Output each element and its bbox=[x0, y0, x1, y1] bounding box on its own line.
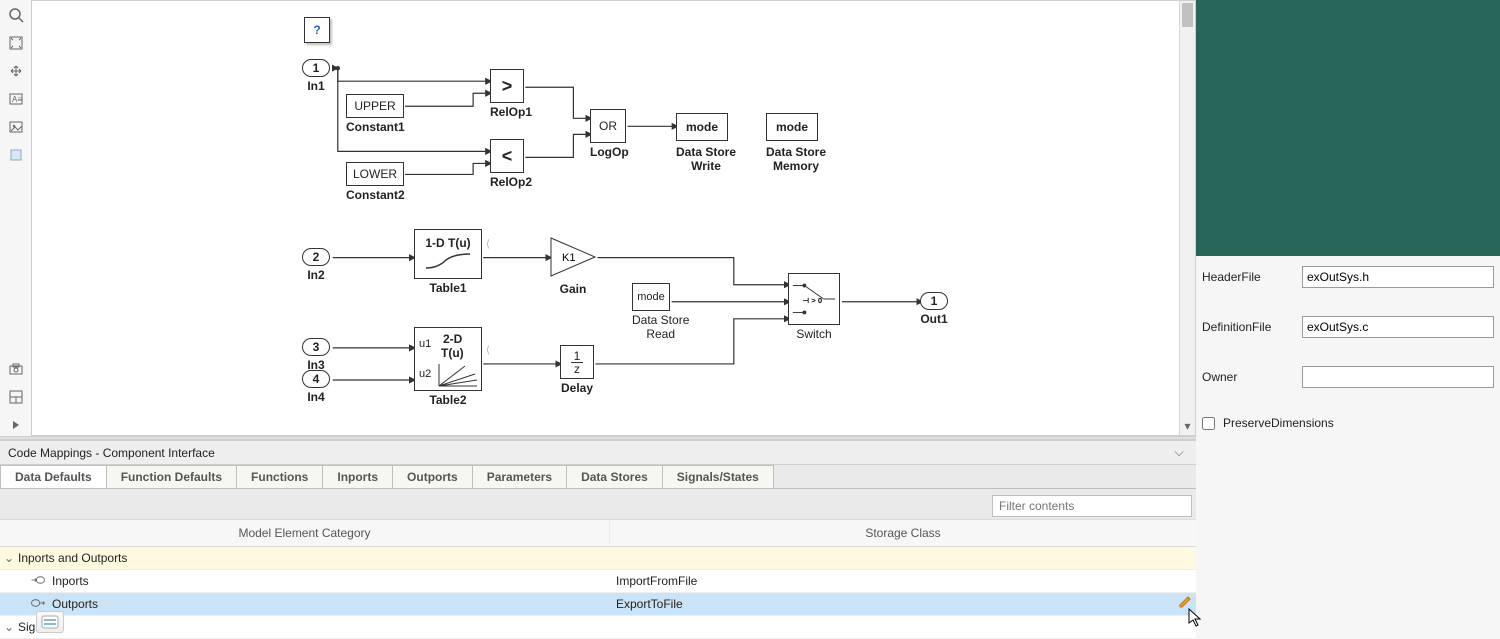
panel-layout-icon[interactable] bbox=[5, 386, 27, 408]
inport-in4[interactable]: 4 In4 bbox=[302, 370, 330, 404]
data-store-write-block[interactable]: mode Data StoreWrite bbox=[676, 113, 736, 173]
about-this-example-block[interactable]: ? bbox=[304, 17, 330, 43]
model-canvas[interactable]: ? 1 In1 2 In2 3 In3 bbox=[32, 0, 1196, 436]
expand-panel-icon[interactable] bbox=[5, 414, 27, 436]
header-file-input[interactable] bbox=[1302, 266, 1494, 288]
inport-in2[interactable]: 2 In2 bbox=[302, 248, 330, 282]
model-canvas-area: A≡ bbox=[0, 0, 1196, 436]
inport-in4-label: In4 bbox=[302, 390, 330, 404]
constant-lower[interactable]: LOWER Constant2 bbox=[346, 162, 405, 202]
camera-icon[interactable] bbox=[5, 358, 27, 380]
gain-block[interactable]: K1 K1 Gain bbox=[550, 237, 596, 296]
filter-contents-input[interactable] bbox=[992, 495, 1192, 517]
edit-pencil-icon[interactable] bbox=[1178, 595, 1192, 609]
inport-icon bbox=[30, 574, 46, 588]
row-storage-class[interactable]: ImportFromFile bbox=[610, 570, 1196, 592]
data-store-read-block[interactable]: mode Data StoreRead bbox=[632, 283, 689, 341]
table-row-inports[interactable]: Inports ImportFromFile bbox=[0, 570, 1196, 593]
code-mappings-table: Model Element Category Storage Class ⌄ I… bbox=[0, 520, 1196, 639]
row-label: Outports bbox=[52, 597, 98, 611]
tab-functions[interactable]: Functions bbox=[236, 465, 323, 488]
owner-input[interactable] bbox=[1302, 366, 1494, 388]
row-storage-class[interactable]: ExportToFile bbox=[610, 593, 1196, 615]
table1-block[interactable]: 1-D T(u) Table1 bbox=[414, 229, 482, 295]
canvas-side-toolbar: A≡ bbox=[0, 0, 32, 436]
inport-in2-label: In2 bbox=[302, 268, 330, 282]
chevron-down-icon: ⌄ bbox=[4, 620, 14, 634]
svg-text:K1: K1 bbox=[562, 252, 575, 264]
tab-inports[interactable]: Inports bbox=[322, 465, 393, 488]
row-label: Inports bbox=[52, 574, 89, 588]
table2-block[interactable]: u1 u2 2-D T(u) Table2 bbox=[414, 327, 482, 407]
pan-tool-icon[interactable] bbox=[5, 60, 27, 82]
code-mappings-title: Code Mappings - Component Interface bbox=[8, 446, 215, 460]
outport-out1-label: Out1 bbox=[920, 312, 948, 326]
prop-owner: Owner bbox=[1202, 366, 1494, 388]
inport-in1[interactable]: 1 In1 bbox=[302, 59, 330, 93]
data-store-memory-block[interactable]: mode Data StoreMemory bbox=[766, 113, 826, 173]
definition-file-label: DefinitionFile bbox=[1202, 320, 1302, 334]
definition-file-input[interactable] bbox=[1302, 316, 1494, 338]
relop2-block[interactable]: < RelOp2 bbox=[490, 139, 532, 189]
signal-prop-icon: ⟨ bbox=[486, 239, 490, 250]
area-tool-icon[interactable] bbox=[5, 144, 27, 166]
code-mappings-toolbar bbox=[0, 489, 1196, 520]
signal-prop-icon: ⟨ bbox=[486, 345, 490, 356]
prop-header-file: HeaderFile bbox=[1202, 266, 1494, 288]
inport-in1-label: In1 bbox=[302, 79, 330, 93]
table-header: Model Element Category Storage Class bbox=[0, 520, 1196, 547]
tab-parameters[interactable]: Parameters bbox=[472, 465, 567, 488]
switch-block[interactable]: ⊣ > 0 ⊣ > 0 Switch bbox=[788, 273, 840, 341]
svg-text:A≡: A≡ bbox=[12, 95, 22, 104]
canvas-scrollbar-vertical[interactable]: ▴ ▾ bbox=[1179, 1, 1195, 435]
logop-block[interactable]: OR LogOp bbox=[590, 109, 629, 159]
relop1-block[interactable]: > RelOp1 bbox=[490, 69, 532, 119]
outport-icon bbox=[30, 597, 46, 611]
outport-out1[interactable]: 1 Out1 bbox=[920, 292, 948, 326]
prop-preserve-dimensions: PreserveDimensions bbox=[1202, 416, 1494, 430]
panel-collapse-icon[interactable]: ⌵ bbox=[1170, 445, 1188, 460]
svg-text:⊣ > 0: ⊣ > 0 bbox=[802, 296, 822, 305]
right-docked-panel-area bbox=[1196, 0, 1500, 256]
owner-label: Owner bbox=[1202, 370, 1302, 384]
tab-outports[interactable]: Outports bbox=[392, 465, 473, 488]
chevron-down-icon: ⌄ bbox=[4, 551, 14, 565]
prop-definition-file: DefinitionFile bbox=[1202, 316, 1494, 338]
storage-class-properties-panel: HeaderFile DefinitionFile Owner Preserve… bbox=[1196, 256, 1500, 639]
code-mappings-tabs: Data Defaults Function Defaults Function… bbox=[0, 465, 1196, 489]
view-selector-icon[interactable] bbox=[36, 611, 64, 633]
tab-signals-states[interactable]: Signals/States bbox=[662, 465, 774, 488]
col-model-element-category: Model Element Category bbox=[0, 520, 610, 546]
tab-function-defaults[interactable]: Function Defaults bbox=[106, 465, 237, 488]
tab-data-stores[interactable]: Data Stores bbox=[566, 465, 663, 488]
image-tool-icon[interactable] bbox=[5, 116, 27, 138]
constant-upper[interactable]: UPPER Constant1 bbox=[346, 94, 405, 134]
code-mappings-title-bar: Code Mappings - Component Interface ⌵ bbox=[0, 440, 1196, 465]
fit-to-view-icon[interactable] bbox=[5, 32, 27, 54]
table-row-outports[interactable]: Outports ExportToFile bbox=[0, 593, 1196, 616]
section-inports-and-outports[interactable]: ⌄ Inports and Outports bbox=[0, 547, 1196, 570]
zoom-tool-icon[interactable] bbox=[5, 4, 27, 26]
section-signals[interactable]: ⌄ Signals bbox=[0, 616, 1196, 639]
annotation-tool-icon[interactable]: A≡ bbox=[5, 88, 27, 110]
tab-data-defaults[interactable]: Data Defaults bbox=[0, 465, 107, 488]
preserve-dimensions-checkbox[interactable] bbox=[1202, 417, 1215, 430]
delay-block[interactable]: 1 z Delay bbox=[560, 345, 594, 395]
col-storage-class: Storage Class bbox=[610, 520, 1196, 546]
preserve-dimensions-label: PreserveDimensions bbox=[1223, 416, 1323, 430]
header-file-label: HeaderFile bbox=[1202, 270, 1302, 284]
inport-in3[interactable]: 3 In3 bbox=[302, 338, 330, 372]
